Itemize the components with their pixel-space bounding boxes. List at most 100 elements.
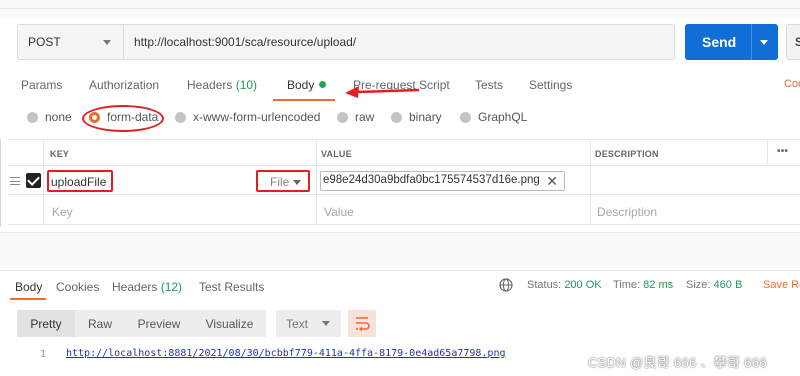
save-label: S	[795, 35, 800, 49]
tab-settings[interactable]: Settings	[529, 78, 572, 92]
body-indicator-dot	[319, 81, 327, 88]
row-enabled-checkbox[interactable]	[26, 173, 41, 188]
status-value: 200 OK	[564, 279, 602, 291]
chevron-down-icon	[103, 40, 111, 45]
tab-settings-label: Settings	[529, 78, 573, 92]
column-key-header: KEY	[50, 149, 70, 159]
tab-body-label: Body	[287, 78, 315, 92]
top-strip	[0, 0, 800, 18]
wrap-lines-icon	[356, 317, 370, 332]
radio-graphql-label: GraphQL	[478, 110, 528, 124]
description-placeholder[interactable]: Description	[597, 205, 657, 219]
url-text: http://localhost:9001/sca/resource/uploa…	[134, 35, 357, 49]
key-type-label: File	[270, 175, 290, 189]
key-value: uploadFile	[51, 175, 107, 189]
response-tab-headers-label: Headers	[112, 280, 158, 294]
pane-resize-gap	[0, 233, 800, 268]
key-input[interactable]: uploadFile	[47, 170, 113, 192]
radio-circle-icon	[27, 111, 38, 123]
response-tab-test-results[interactable]: Test Results	[199, 280, 264, 294]
line-number: 1	[40, 349, 47, 360]
size-label: Size:	[686, 279, 711, 291]
tab-authorization-label: Authorization	[89, 78, 160, 92]
radio-binary[interactable]: binary	[391, 110, 442, 124]
radio-circle-icon	[337, 111, 348, 123]
method-select[interactable]: POST	[18, 25, 124, 59]
radio-binary-label: binary	[409, 110, 442, 124]
annotation-oval	[82, 105, 164, 132]
chevron-down-icon	[322, 321, 330, 326]
tab-tests[interactable]: Tests	[475, 78, 503, 92]
tab-body[interactable]: Body	[287, 78, 327, 92]
view-visualize-button[interactable]: Visualize	[193, 310, 266, 337]
file-name: e98e24d30a9bdfa0bc175574537d16e.png	[323, 174, 540, 186]
radio-raw-label: raw	[355, 110, 375, 124]
send-button[interactable]: Send	[685, 24, 778, 60]
format-label: Text	[286, 317, 309, 331]
table-header: KEY VALUE DESCRIPTION •••	[8, 139, 800, 166]
response-active-underline	[10, 298, 46, 300]
radio-circle-icon	[175, 111, 186, 123]
tab-tests-label: Tests	[475, 78, 504, 92]
table-row: uploadFile File e98e24d30a9bdfa0bc175574…	[8, 166, 800, 195]
more-options-icon[interactable]: •••	[777, 146, 788, 157]
send-options-chevron-icon[interactable]	[760, 40, 768, 45]
tab-headers-count: (10)	[235, 78, 258, 92]
view-pretty-button[interactable]: Pretty	[17, 310, 75, 337]
save-button[interactable]: S	[786, 24, 800, 60]
radio-urlencoded-label: x-www-form-urlencoded	[193, 110, 321, 124]
send-label: Send	[702, 34, 737, 50]
size-value: 460 B	[713, 279, 743, 291]
radio-none-label: none	[45, 110, 72, 124]
time-readout: Time: 82 ms	[613, 279, 673, 291]
value-placeholder[interactable]: Value	[324, 205, 354, 219]
remove-file-icon[interactable]: ✕	[546, 173, 558, 190]
column-divider	[767, 139, 768, 166]
active-tab-underline	[273, 99, 335, 101]
status-label: Status:	[527, 279, 562, 291]
tab-authorization[interactable]: Authorization	[89, 78, 159, 92]
url-input[interactable]: http://localhost:9001/sca/resource/uploa…	[124, 25, 674, 59]
method-label: POST	[28, 35, 61, 49]
radio-none[interactable]: none	[27, 110, 72, 124]
table-left-edge	[0, 139, 1, 227]
column-description-header: DESCRIPTION	[595, 149, 659, 159]
status-readout: Status: 200 OK	[527, 279, 602, 291]
column-value-header: VALUE	[321, 149, 352, 159]
save-response-button[interactable]: Save Re	[763, 279, 800, 291]
cookies-link[interactable]: Coo	[784, 78, 800, 90]
chevron-down-icon	[293, 180, 301, 185]
radio-graphql[interactable]: GraphQL	[460, 110, 527, 124]
size-readout: Size: 460 B	[686, 279, 742, 291]
globe-icon[interactable]	[499, 278, 513, 292]
time-value: 82 ms	[643, 279, 674, 291]
tab-params-label: Params	[21, 78, 63, 92]
view-preview-button[interactable]: Preview	[125, 310, 193, 337]
selected-file-chip: e98e24d30a9bdfa0bc175574537d16e.png ✕	[320, 171, 565, 191]
key-placeholder[interactable]: Key	[52, 205, 73, 219]
response-tab-headers-count: (12)	[160, 280, 183, 294]
tab-params[interactable]: Params	[21, 78, 62, 92]
tab-headers[interactable]: Headers (10)	[187, 78, 257, 92]
key-type-select[interactable]: File	[256, 170, 310, 192]
time-label: Time:	[613, 279, 641, 291]
send-split-divider	[751, 24, 752, 60]
table-row-empty: Key Value Description	[8, 196, 800, 225]
url-bar: POST http://localhost:9001/sca/resource/…	[17, 24, 675, 60]
drag-handle-icon[interactable]	[10, 177, 20, 185]
response-tab-cookies[interactable]: Cookies	[56, 280, 99, 294]
annotation-arrow-icon	[345, 86, 419, 98]
response-tab-body[interactable]: Body	[15, 280, 42, 294]
csdn-watermark: CSDN @良哥 666 、攀哥 666	[588, 355, 767, 370]
format-select[interactable]: Text	[276, 310, 341, 337]
response-tab-headers[interactable]: Headers (12)	[112, 280, 182, 294]
radio-raw[interactable]: raw	[337, 110, 374, 124]
tab-headers-label: Headers	[187, 78, 233, 92]
response-url-link[interactable]: http://localhost:8881/2021/08/30/bcbbf77…	[66, 348, 506, 359]
view-raw-button[interactable]: Raw	[75, 310, 125, 337]
radio-urlencoded[interactable]: x-www-form-urlencoded	[175, 110, 320, 124]
radio-circle-icon	[391, 111, 402, 123]
wrap-lines-button[interactable]	[348, 310, 376, 337]
radio-circle-icon	[460, 111, 471, 123]
response-tabs: Body Cookies Headers (12) Test Results	[0, 270, 800, 300]
